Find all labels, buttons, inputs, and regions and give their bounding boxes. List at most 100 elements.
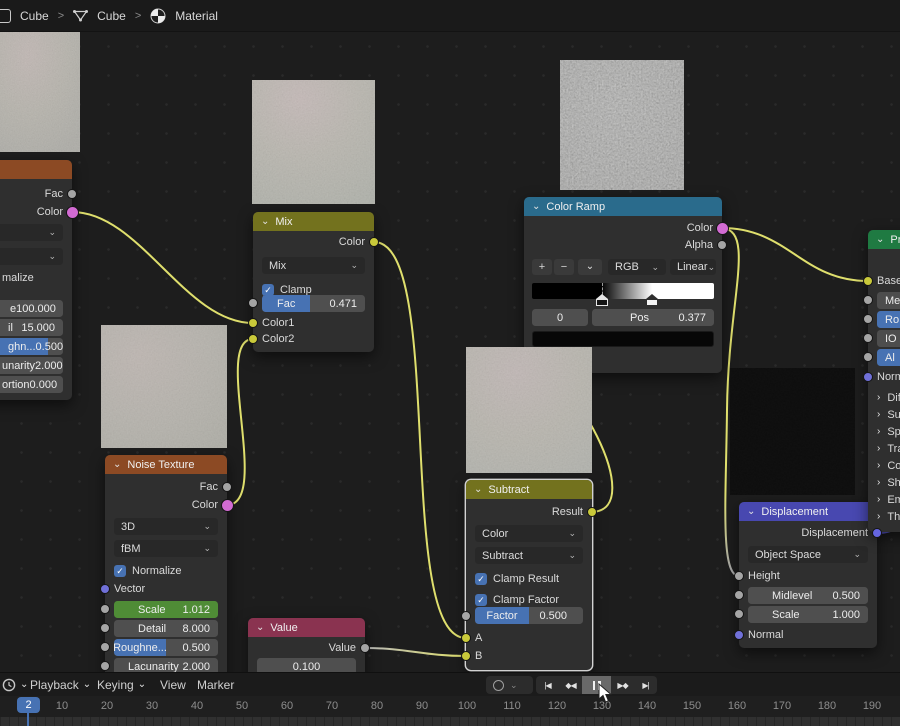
scale-field[interactable]: Scale1.012: [114, 601, 218, 618]
stop-position-field[interactable]: Pos0.377: [592, 309, 714, 326]
color-ramp-gradient[interactable]: [532, 283, 714, 299]
roughness-field[interactable]: ghn...0.500: [0, 338, 63, 355]
interpolation-dropdown[interactable]: Linear⌄: [670, 259, 716, 275]
dimensions-dropdown[interactable]: ⌄: [0, 224, 63, 241]
scale-field[interactable]: Scale1.000: [748, 606, 868, 623]
remove-stop-button[interactable]: −: [554, 259, 574, 275]
panel-transmission[interactable]: ›Tra: [877, 441, 900, 457]
node-noise-texture[interactable]: ⌄Noise Texture Fac Color 3D⌄ fBM⌄ ✓Norma…: [105, 455, 227, 681]
node-header[interactable]: ⌄Subtract: [466, 480, 592, 499]
socket-principled-normal-in[interactable]: [863, 372, 873, 382]
socket-subtract-factor-in[interactable]: [461, 611, 471, 621]
socket-subtract-a-in[interactable]: [461, 633, 471, 643]
clamp-result-checkbox[interactable]: ✓Clamp Result: [475, 571, 583, 586]
socket-subtract-result-out[interactable]: [587, 507, 597, 517]
socket-displacement-out[interactable]: [872, 528, 882, 538]
node-header[interactable]: ⌄Color Ramp: [524, 197, 722, 216]
socket-noise2-lacunarity-in[interactable]: [100, 661, 110, 671]
socket-mix-color2-in[interactable]: [248, 334, 258, 344]
breadcrumb-data[interactable]: Cube: [97, 9, 126, 23]
socket-mix-color-out[interactable]: [369, 237, 379, 247]
panel-sheen[interactable]: ›Sh: [877, 475, 900, 491]
panel-emission[interactable]: ›Em: [877, 492, 900, 508]
socket-value-out[interactable]: [360, 643, 370, 653]
breadcrumb-material[interactable]: Material: [175, 9, 218, 23]
socket-subtract-b-in[interactable]: [461, 651, 471, 661]
panel-coat[interactable]: ›Co: [877, 458, 900, 474]
menu-view[interactable]: View: [160, 676, 186, 693]
color-mode-dropdown[interactable]: RGB⌄: [608, 259, 666, 275]
panel-subsurface[interactable]: ›Su: [877, 407, 900, 423]
normalize-checkbox[interactable]: malize: [0, 270, 63, 285]
space-dropdown[interactable]: Object Space⌄: [748, 546, 868, 563]
data-type-dropdown[interactable]: Color⌄: [475, 525, 583, 542]
midlevel-field[interactable]: Midlevel0.500: [748, 587, 868, 604]
metallic-field[interactable]: Me: [877, 292, 900, 309]
stop-color-swatch[interactable]: [532, 331, 714, 347]
scale-field[interactable]: e100.000: [0, 300, 63, 317]
socket-principled-base-in[interactable]: [863, 276, 873, 286]
timeline-scrubber[interactable]: 10 20 30 40 50 60 70 80 90 100 110 120 1…: [0, 696, 900, 726]
node-principled-bsdf[interactable]: ⌄Pri Base Me Ro IO Al Norm ›Dif ›Su ›Sp …: [868, 230, 900, 532]
fac-slider[interactable]: Fac0.471: [262, 295, 365, 312]
socket-noise2-scale-in[interactable]: [100, 604, 110, 614]
jump-to-end-button[interactable]: ▶|: [634, 676, 657, 694]
panel-diffuse[interactable]: ›Dif: [877, 390, 900, 406]
node-displacement[interactable]: ⌄Displacement Displacement Object Space⌄…: [739, 502, 877, 648]
socket-noise2-roughness-in[interactable]: [100, 642, 110, 652]
noise-type-dropdown[interactable]: fBM⌄: [114, 540, 218, 557]
node-value[interactable]: ⌄Value Value 0.100: [248, 618, 365, 678]
socket-noiseleft-color-out[interactable]: [66, 206, 79, 219]
socket-principled-roughness-in[interactable]: [863, 314, 873, 324]
socket-noise2-vector-in[interactable]: [100, 584, 110, 594]
node-mix[interactable]: ⌄Mix Color Mix⌄ ✓Clamp Fac0.471 Color1 C…: [253, 212, 374, 352]
blend-mode-dropdown[interactable]: Subtract⌄: [475, 547, 583, 564]
socket-displacement-midlevel-in[interactable]: [734, 590, 744, 600]
socket-displacement-scale-in[interactable]: [734, 609, 744, 619]
node-subtract[interactable]: ⌄Subtract Result Color⌄ Subtract⌄ ✓Clamp…: [466, 480, 592, 670]
clamp-factor-checkbox[interactable]: ✓Clamp Factor: [475, 592, 583, 607]
panel-specular[interactable]: ›Sp: [877, 424, 900, 440]
stop-index-field[interactable]: 0: [532, 309, 588, 326]
roughness-field[interactable]: Roughne...0.500: [114, 639, 218, 656]
next-keyframe-button[interactable]: ▶◆: [611, 676, 634, 694]
socket-ramp-color-out[interactable]: [716, 222, 729, 235]
add-stop-button[interactable]: +: [532, 259, 552, 275]
node-header[interactable]: e Texture: [0, 160, 72, 179]
detail-field[interactable]: Detail8.000: [114, 620, 218, 637]
normalize-checkbox[interactable]: ✓Normalize: [114, 563, 218, 578]
current-frame-badge[interactable]: 2: [17, 697, 40, 713]
socket-noise2-fac-out[interactable]: [222, 482, 232, 492]
roughness-field[interactable]: Ro: [877, 311, 900, 328]
socket-principled-ior-in[interactable]: [863, 333, 873, 343]
menu-playback[interactable]: Playback⌄: [30, 676, 91, 693]
breadcrumb-object[interactable]: Cube: [20, 9, 49, 23]
node-header[interactable]: ⌄Noise Texture: [105, 455, 227, 474]
ior-field[interactable]: IO: [877, 330, 900, 347]
editor-type-icon[interactable]: [0, 9, 11, 23]
socket-principled-alpha-in[interactable]: [863, 352, 873, 362]
node-header[interactable]: ⌄Mix: [253, 212, 374, 231]
noise-type-dropdown[interactable]: ⌄: [0, 248, 63, 265]
menu-marker[interactable]: Marker: [197, 676, 234, 693]
socket-displacement-normal-in[interactable]: [734, 630, 744, 640]
menu-keying[interactable]: Keying⌄: [97, 676, 146, 693]
socket-ramp-alpha-out[interactable]: [717, 240, 727, 250]
prev-keyframe-button[interactable]: ◆◀: [559, 676, 582, 694]
ramp-stop-white[interactable]: [646, 294, 658, 306]
socket-noise2-detail-in[interactable]: [100, 623, 110, 633]
socket-mix-color1-in[interactable]: [248, 318, 258, 328]
playhead[interactable]: [27, 711, 29, 726]
factor-slider[interactable]: Factor0.500: [475, 607, 583, 624]
auto-keying-button[interactable]: ⌄: [486, 676, 533, 694]
socket-principled-metallic-in[interactable]: [863, 295, 873, 305]
timeline-scrollbar[interactable]: [0, 717, 900, 726]
socket-displacement-height-in[interactable]: [734, 571, 744, 581]
dimensions-dropdown[interactable]: 3D⌄: [114, 518, 218, 535]
ramp-stop-black[interactable]: [596, 294, 608, 306]
panel-thin-film[interactable]: ›Th: [877, 509, 900, 525]
editor-type-button[interactable]: ⌄: [2, 676, 28, 693]
node-noise-texture-left[interactable]: e Texture Fac Color ⌄ ⌄ malize e100.000 …: [0, 160, 72, 400]
socket-mix-fac-in[interactable]: [248, 298, 258, 308]
socket-noise2-color-out[interactable]: [221, 499, 234, 512]
